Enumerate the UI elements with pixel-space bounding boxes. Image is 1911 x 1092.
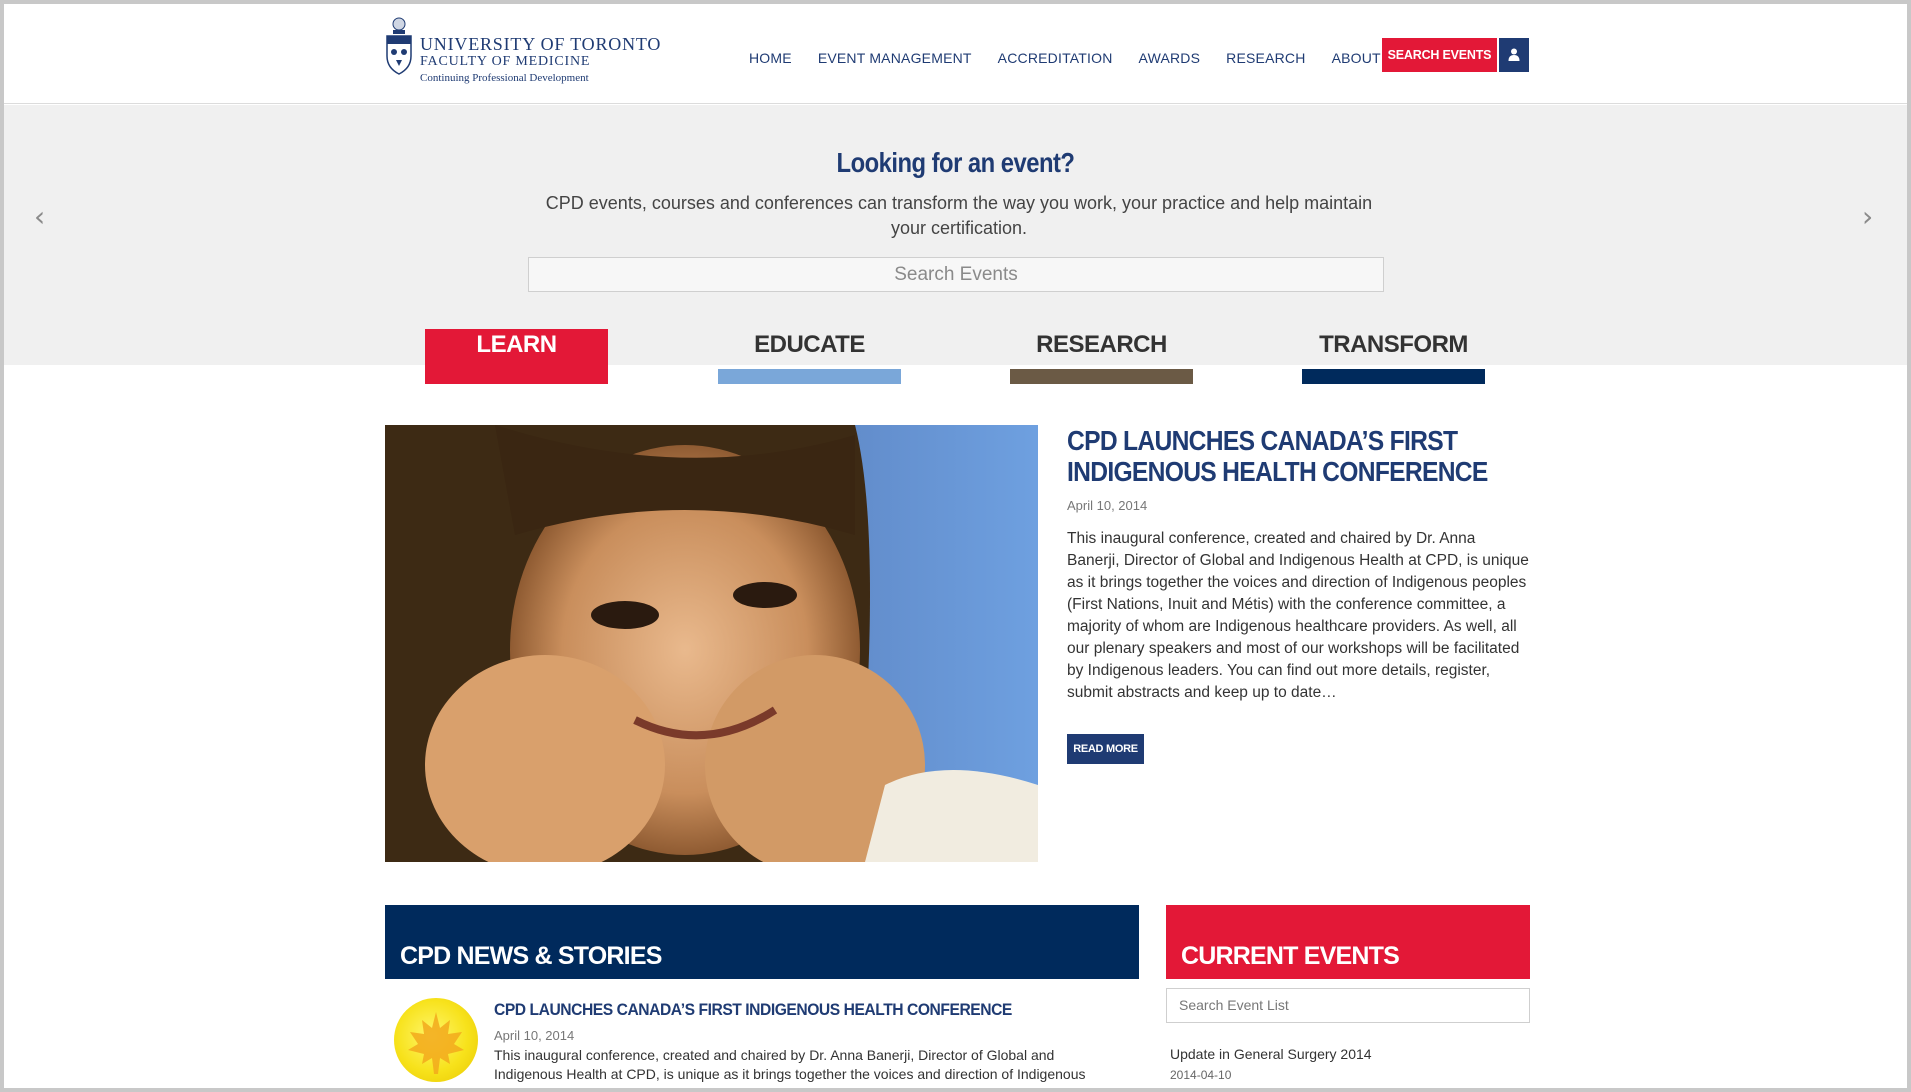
tab-transform[interactable]: TRANSFORM bbox=[1302, 329, 1485, 384]
tab-research[interactable]: RESEARCH bbox=[1010, 329, 1193, 384]
logo-university: UNIVERSITY OF TORONTO bbox=[420, 34, 662, 54]
news-heading: CPD NEWS & STORIES bbox=[400, 942, 662, 970]
news-section-header: CPD NEWS & STORIES bbox=[385, 905, 1139, 979]
maple-leaf-icon bbox=[408, 1012, 464, 1074]
logo-text: UNIVERSITY OF TORONTO FACULTY OF MEDICIN… bbox=[420, 16, 661, 85]
news-item-body: This inaugural conference, created and c… bbox=[494, 1047, 1086, 1088]
nav-about-label: ABOUT bbox=[1331, 50, 1381, 66]
event-list-search-input[interactable]: Search Event List bbox=[1166, 988, 1530, 1023]
tab-research-label: RESEARCH bbox=[1036, 331, 1167, 358]
feature-date: April 10, 2014 bbox=[1067, 498, 1148, 513]
nav-event-management[interactable]: EVENT MANAGEMENT bbox=[818, 50, 972, 66]
feature-body: This inaugural conference, created and c… bbox=[1067, 530, 1529, 701]
chevron-left-icon[interactable]: ‹ bbox=[34, 200, 45, 233]
site-header: UNIVERSITY OF TORONTO FACULTY OF MEDICIN… bbox=[4, 4, 1907, 104]
nav-home[interactable]: HOME bbox=[749, 50, 792, 66]
crest-icon bbox=[386, 17, 412, 75]
tab-research-bar bbox=[1010, 369, 1193, 384]
hero-search-input[interactable]: Search Events bbox=[528, 257, 1384, 292]
user-account-button[interactable] bbox=[1499, 38, 1529, 72]
user-icon bbox=[1508, 48, 1520, 61]
hero-title: Looking for an event? bbox=[836, 147, 1075, 178]
tab-learn-label: LEARN bbox=[476, 331, 557, 358]
nav-awards[interactable]: AWARDS bbox=[1139, 50, 1201, 66]
tab-educate[interactable]: EDUCATE bbox=[718, 329, 901, 384]
tab-learn[interactable]: LEARN bbox=[425, 329, 608, 384]
feature-title[interactable]: CPD LAUNCHES CANADA’S FIRST INDIGENOUS H… bbox=[1067, 425, 1533, 487]
main-nav: HOME EVENT MANAGEMENT ACCREDITATION AWAR… bbox=[749, 50, 1420, 66]
events-heading: CURRENT EVENTS bbox=[1181, 942, 1400, 970]
hero-subtitle: CPD events, courses and conferences can … bbox=[545, 193, 1373, 238]
nav-accreditation[interactable]: ACCREDITATION bbox=[998, 50, 1113, 66]
feature-image[interactable] bbox=[385, 425, 1038, 862]
child-photo bbox=[385, 425, 1038, 862]
tab-transform-bar bbox=[1302, 369, 1485, 384]
university-logo[interactable]: UNIVERSITY OF TORONTO FACULTY OF MEDICIN… bbox=[384, 16, 684, 91]
event-search-hero: ‹ › Looking for an event? CPD events, co… bbox=[4, 105, 1907, 365]
logo-department: Continuing Professional Development bbox=[420, 72, 589, 84]
events-section-header: CURRENT EVENTS bbox=[1166, 905, 1530, 979]
logo-faculty: FACULTY OF MEDICINE bbox=[420, 54, 591, 69]
tab-educate-bar bbox=[718, 369, 901, 384]
read-more-button[interactable]: READ MORE bbox=[1067, 734, 1144, 764]
nav-research[interactable]: RESEARCH bbox=[1226, 50, 1305, 66]
search-events-button[interactable]: SEARCH EVENTS bbox=[1382, 38, 1497, 72]
event-item-date: 2014-04-10 bbox=[1170, 1068, 1232, 1082]
news-item-title[interactable]: CPD LAUNCHES CANADA’S FIRST INDIGENOUS H… bbox=[494, 1000, 1012, 1020]
tab-transform-label: TRANSFORM bbox=[1319, 331, 1468, 358]
browser-page: UNIVERSITY OF TORONTO FACULTY OF MEDICIN… bbox=[4, 4, 1907, 1088]
event-item-title[interactable]: Update in General Surgery 2014 bbox=[1170, 1046, 1372, 1062]
chevron-right-icon[interactable]: › bbox=[1862, 200, 1873, 233]
tab-educate-label: EDUCATE bbox=[754, 331, 865, 358]
news-item-date: April 10, 2014 bbox=[494, 1028, 575, 1043]
news-thumbnail[interactable] bbox=[394, 998, 478, 1082]
